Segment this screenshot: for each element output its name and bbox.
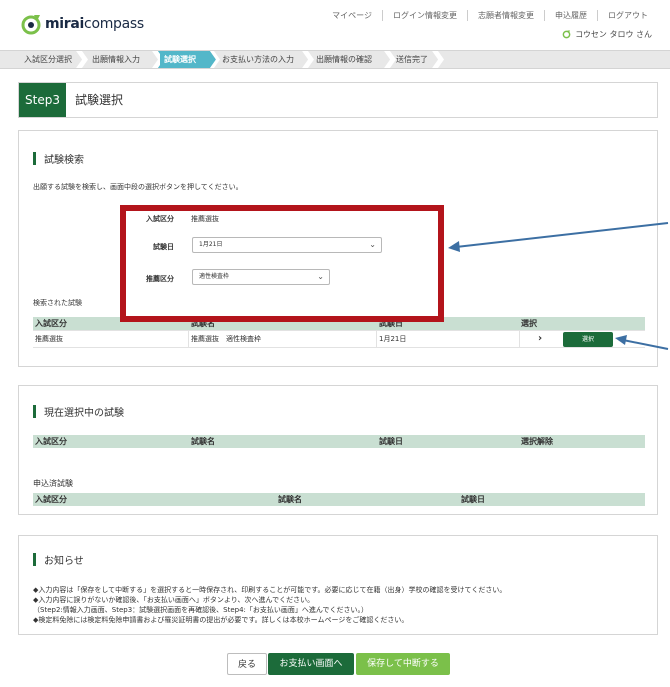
notice-title: お知らせ — [33, 552, 84, 567]
back-button[interactable]: 戻る — [227, 653, 267, 675]
site-header: miraicompass マイページ ログイン情報変更 志願者情報変更 申込履歴… — [0, 0, 670, 48]
annotation-arrows — [448, 222, 669, 350]
user-name: コウセン タロウ さん — [575, 30, 652, 39]
notice-line: ◆入力内容に誤りがないか確認後、「お支払い画面へ」ボタンより、次へ進んでください… — [33, 596, 315, 604]
nav-history-link[interactable]: 申込履歴 — [544, 10, 597, 21]
step-separator-icon — [76, 51, 88, 68]
mirai-compass-logo[interactable]: miraicompass — [20, 11, 144, 37]
arrowhead-icon — [448, 241, 460, 252]
selected-exam-section: 現在選択中の試験 入試区分 試験名 試験日 選択解除 申込済試験 入試区分 試験… — [18, 385, 658, 515]
selected-table-header: 入試区分 試験名 試験日 選択解除 — [33, 435, 645, 448]
notice-line: ◆入力内容は「保存をして中断する」を選択すると一時保存され、印刷することが可能で… — [33, 586, 507, 594]
nav-login-info-link[interactable]: ログイン情報変更 — [382, 10, 467, 21]
logo-text: miraicompass — [45, 16, 144, 32]
user-info: コウセン タロウ さん — [562, 29, 652, 40]
step-application-info: 出願情報入力 — [88, 51, 152, 68]
notice-line: （Step2:情報入力画面、Step3：試験選択画面を再確認後、Step4:「お… — [33, 606, 369, 614]
search-results-label: 検索された試験 — [33, 299, 82, 307]
top-nav: マイページ ログイン情報変更 志願者情報変更 申込履歴 ログアウト — [322, 10, 658, 21]
go-to-payment-button[interactable]: お支払い画面へ — [268, 653, 354, 675]
step-exam-select: 試験選択 — [160, 51, 210, 68]
arrowhead-icon — [615, 335, 627, 345]
progress-steps: 入試区分選択 出願情報入力 試験選択 お支払い方法の入力 出願情報の確認 送信完… — [0, 50, 670, 69]
exam-search-description: 出願する試験を検索し、画面中段の選択ボタンを押してください。 — [33, 183, 243, 191]
annotation-arrow-select — [455, 222, 669, 248]
nav-logout-link[interactable]: ログアウト — [597, 10, 658, 21]
nav-mypage-link[interactable]: マイページ — [322, 10, 382, 21]
step-separator-icon — [384, 51, 396, 68]
page-title: 試験選択 — [75, 93, 124, 107]
step-badge: Step3 — [19, 83, 66, 117]
notice-section: お知らせ ◆入力内容は「保存をして中断する」を選択すると一時保存され、印刷するこ… — [18, 535, 658, 635]
step-confirm: 出願情報の確認 — [314, 51, 384, 68]
save-and-suspend-button[interactable]: 保存して中断する — [356, 653, 450, 675]
step-separator-icon — [432, 51, 444, 68]
logo-mark-icon — [21, 15, 41, 35]
notice-line: ◆検定料免除には検定料免除申請書および罹災証明書の提出が必要です。詳しくは本校ホ… — [33, 616, 409, 624]
step-separator-icon — [210, 51, 220, 68]
annotation-arrow-button — [622, 339, 669, 350]
step-payment-method: お支払い方法の入力 — [222, 51, 302, 68]
applied-exams-label: 申込済試験 — [33, 479, 73, 488]
step-exam-type: 入試区分選択 — [0, 51, 76, 68]
nav-applicant-info-link[interactable]: 志願者情報変更 — [467, 10, 544, 21]
applied-table-header: 入試区分 試験名 試験日 — [33, 493, 645, 506]
selected-exam-title: 現在選択中の試験 — [33, 404, 124, 419]
step-panel: Step3 試験選択 — [18, 82, 658, 118]
user-mark-icon — [562, 30, 571, 39]
step-separator-icon — [302, 51, 314, 68]
annotation-highlight-box — [120, 205, 444, 322]
exam-search-title: 試験検索 — [33, 151, 84, 166]
